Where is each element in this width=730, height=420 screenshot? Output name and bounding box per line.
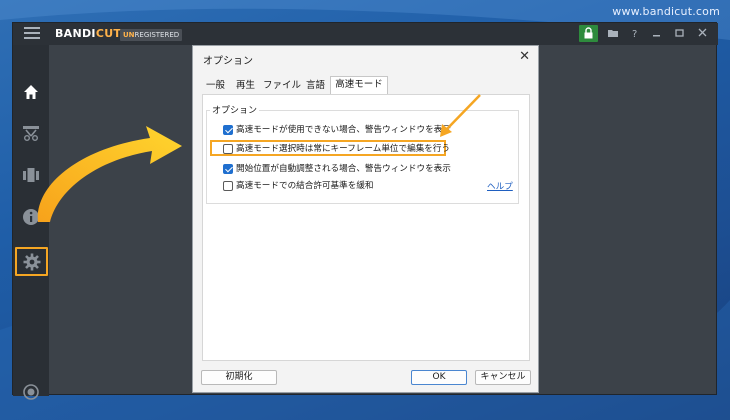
sidebar-item-settings[interactable] (15, 247, 48, 276)
reset-button[interactable]: 初期化 (201, 370, 277, 385)
gear-icon (23, 253, 41, 271)
maximize-icon[interactable] (674, 27, 686, 39)
tab-general[interactable]: 一般 (203, 78, 228, 95)
dialog-close-icon[interactable]: ✕ (519, 49, 530, 64)
unregistered-badge[interactable]: UNREGISTERED (120, 29, 183, 41)
tab-file[interactable]: ファイル (263, 78, 301, 95)
help-icon[interactable]: ? (629, 27, 641, 39)
info-icon (23, 209, 39, 225)
home-icon (24, 85, 38, 99)
sidebar-item-info[interactable] (13, 202, 49, 232)
checkbox-keyframe-edit[interactable] (223, 144, 233, 154)
app-titlebar: BANDICUT UNREGISTERED ? (13, 23, 718, 45)
hamburger-menu-icon[interactable] (24, 27, 40, 41)
options-dialog: オプション ✕ 一般 再生 ファイル 言語 高速モード オプション 高速モードが… (192, 45, 539, 393)
minimize-icon[interactable] (651, 27, 663, 39)
sidebar-item-join[interactable] (13, 160, 49, 190)
checkbox-relax-join[interactable] (223, 181, 233, 191)
checkbox-warn-unavailable[interactable] (223, 125, 233, 135)
lock-icon (584, 27, 593, 39)
join-clips-icon (23, 168, 39, 182)
tab-high-speed-mode[interactable]: 高速モード (330, 76, 388, 95)
sidebar-item-cut[interactable] (13, 118, 49, 148)
help-link[interactable]: ヘルプ (487, 180, 513, 192)
folder-icon[interactable] (607, 27, 619, 39)
group-title: オプション (210, 103, 260, 116)
sidebar-item-home[interactable] (13, 77, 49, 107)
brand-logo: BANDICUT (55, 27, 122, 40)
watermark-text: www.bandicut.com (612, 5, 720, 18)
tab-playback[interactable]: 再生 (229, 78, 262, 95)
checkbox-warn-start-adjust[interactable] (223, 164, 233, 174)
cut-tools-icon (23, 126, 39, 141)
dialog-title: オプション (203, 56, 253, 67)
tab-panel: オプション 高速モードが使用できない場合、警告ウィンドウを表示 高速モード選択時… (202, 94, 530, 361)
lock-button[interactable] (579, 25, 598, 42)
tab-language[interactable]: 言語 (302, 78, 329, 95)
sidebar-item-record[interactable] (13, 379, 49, 407)
close-icon[interactable] (697, 27, 709, 39)
svg-text:?: ? (632, 29, 637, 39)
ok-button[interactable]: OK (411, 370, 467, 385)
record-icon (23, 384, 39, 400)
cancel-button[interactable]: キャンセル (475, 370, 531, 385)
sidebar (13, 45, 49, 400)
